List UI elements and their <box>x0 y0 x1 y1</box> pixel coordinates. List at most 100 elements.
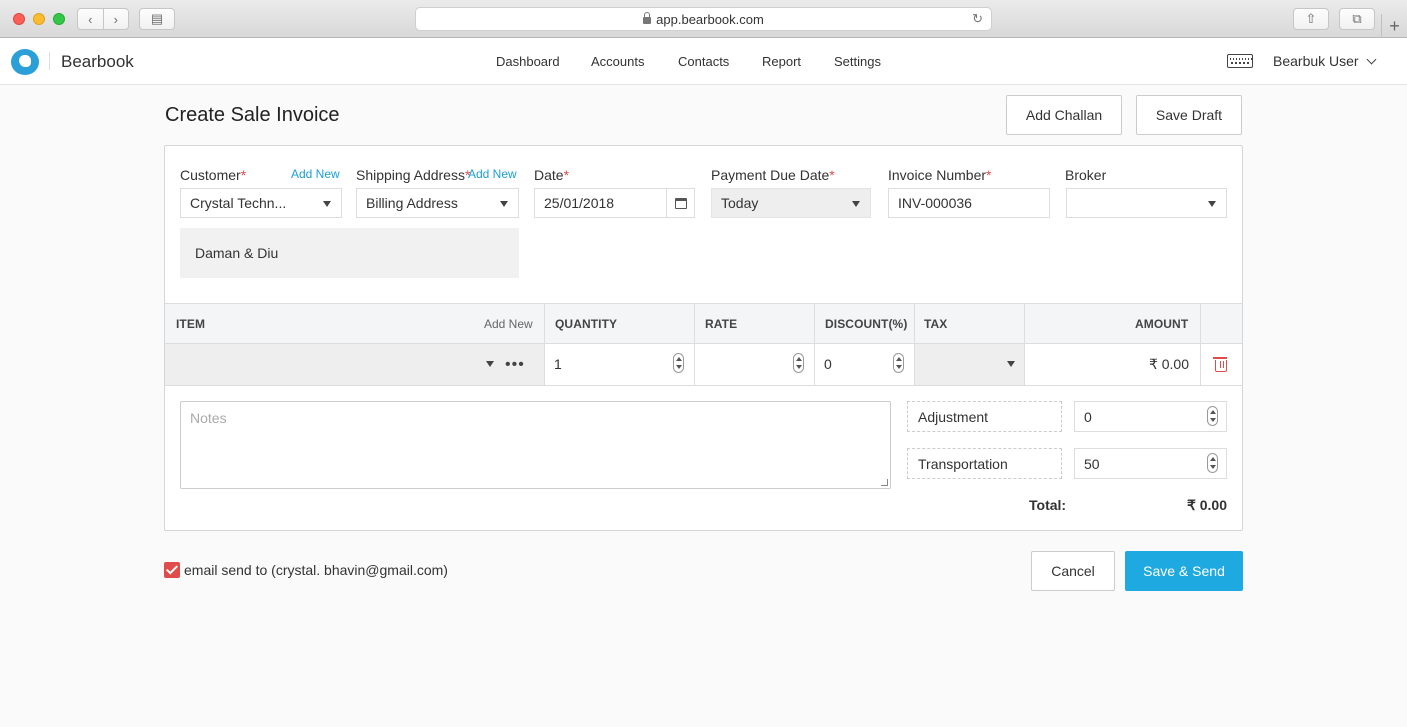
resize-handle-icon[interactable] <box>881 479 888 486</box>
transportation-label[interactable]: Transportation <box>907 448 1062 479</box>
nav-report[interactable]: Report <box>762 54 801 69</box>
tabs-overview-icon[interactable]: ⧉ <box>1339 8 1375 30</box>
address-bar[interactable]: app.bearbook.com ↻ <box>415 7 992 31</box>
shipping-address-select[interactable]: Billing Address <box>356 188 519 218</box>
email-send-checkbox[interactable] <box>164 562 180 578</box>
share-icon[interactable]: ⇧ <box>1293 8 1329 30</box>
caret-down-icon <box>500 201 508 207</box>
column-header-quantity: QUANTITY <box>555 317 618 331</box>
customer-select[interactable]: Crystal Techn... <box>180 188 342 218</box>
payment-due-date-select[interactable]: Today <box>711 188 871 218</box>
item-add-new-link[interactable]: Add New <box>484 317 533 331</box>
sidebar-toggle-icon[interactable]: ▤ <box>139 8 175 30</box>
customer-add-new-link[interactable]: Add New <box>291 167 340 181</box>
column-divider <box>1200 303 1201 386</box>
trash-icon[interactable] <box>1213 357 1227 372</box>
nav-dashboard[interactable]: Dashboard <box>496 54 560 69</box>
caret-down-icon <box>1208 201 1216 207</box>
notes-textarea[interactable]: Notes <box>180 401 891 489</box>
zoom-window-button[interactable] <box>53 13 65 25</box>
logo-divider <box>49 52 50 70</box>
adjustment-value: 0 <box>1084 408 1092 425</box>
save-and-send-button[interactable]: Save & Send <box>1125 551 1243 591</box>
add-challan-button[interactable]: Add Challan <box>1006 95 1122 135</box>
adjustment-input[interactable]: 0 <box>1074 401 1227 432</box>
column-header-amount: AMOUNT <box>1135 317 1189 331</box>
date-value: 25/01/2018 <box>544 195 615 211</box>
shipping-add-new-link[interactable]: Add New <box>468 167 517 181</box>
more-options-icon[interactable]: ••• <box>505 356 525 374</box>
app-header: Bearbook Dashboard Accounts Contacts Rep… <box>0 38 1407 85</box>
invoice-number-input[interactable]: INV-000036 <box>888 188 1050 218</box>
column-header-item: ITEM <box>176 317 206 331</box>
invoice-number-value: INV-000036 <box>898 195 972 211</box>
chevron-down-icon <box>1366 54 1377 65</box>
broker-label: Broker <box>1065 167 1107 183</box>
close-window-button[interactable] <box>13 13 25 25</box>
transportation-value: 50 <box>1084 455 1100 472</box>
url-text: app.bearbook.com <box>656 11 764 27</box>
customer-label: Customer* <box>180 167 247 183</box>
back-arrow-icon[interactable]: ‹ <box>78 9 104 29</box>
broker-select[interactable] <box>1066 188 1227 218</box>
caret-down-icon <box>1007 361 1015 367</box>
quantity-input[interactable]: 1 <box>554 356 562 372</box>
keyboard-shortcuts-icon[interactable] <box>1227 54 1253 68</box>
cancel-button[interactable]: Cancel <box>1031 551 1115 591</box>
table-row: ••• 1 0 ₹ 0.00 <box>165 344 1242 386</box>
nav-contacts[interactable]: Contacts <box>678 54 729 69</box>
total-value: ₹ 0.00 <box>1186 497 1227 513</box>
calendar-icon[interactable] <box>666 189 694 217</box>
notes-placeholder: Notes <box>190 410 227 426</box>
column-header-discount: DISCOUNT(%) <box>825 317 908 331</box>
customer-address: Daman & Diu <box>180 228 519 278</box>
user-name: Bearbuk User <box>1273 53 1359 69</box>
payment-due-date-value: Today <box>721 195 759 211</box>
tax-select[interactable] <box>915 344 1025 385</box>
discount-stepper-icon[interactable] <box>893 353 904 373</box>
quantity-stepper-icon[interactable] <box>673 353 684 373</box>
payment-due-date-label: Payment Due Date* <box>711 167 835 183</box>
column-divider <box>1024 303 1025 386</box>
page-title: Create Sale Invoice <box>165 104 340 126</box>
adjustment-stepper-icon[interactable] <box>1207 406 1218 426</box>
history-nav: ‹ › <box>77 8 129 30</box>
save-draft-button[interactable]: Save Draft <box>1136 95 1242 135</box>
nav-accounts[interactable]: Accounts <box>591 54 644 69</box>
invoice-form-card: Customer* Add New Crystal Techn... Shipp… <box>164 145 1243 531</box>
browser-toolbar: ‹ › ▤ app.bearbook.com ↻ ⇧ ⧉ + <box>0 0 1407 38</box>
user-menu[interactable]: Bearbuk User <box>1273 53 1377 69</box>
date-input[interactable]: 25/01/2018 <box>534 188 695 218</box>
column-header-tax: TAX <box>924 317 948 331</box>
forward-arrow-icon[interactable]: › <box>104 9 129 29</box>
bearbook-logo-icon[interactable] <box>11 49 39 75</box>
adjustment-label[interactable]: Adjustment <box>907 401 1062 432</box>
item-select[interactable]: ••• <box>165 344 544 385</box>
shipping-address-label: Shipping Address* <box>356 167 471 183</box>
column-divider <box>694 303 695 386</box>
brand-name[interactable]: Bearbook <box>61 52 134 72</box>
new-tab-icon[interactable]: + <box>1381 14 1407 38</box>
discount-input[interactable]: 0 <box>824 356 832 372</box>
column-header-rate: RATE <box>705 317 738 331</box>
nav-settings[interactable]: Settings <box>834 54 881 69</box>
date-label: Date* <box>534 167 570 183</box>
transportation-stepper-icon[interactable] <box>1207 453 1218 473</box>
column-divider <box>914 303 915 386</box>
rate-stepper-icon[interactable] <box>793 353 804 373</box>
reload-icon[interactable]: ↻ <box>972 11 983 27</box>
shipping-address-value: Billing Address <box>366 195 458 211</box>
caret-down-icon <box>323 201 331 207</box>
transportation-input[interactable]: 50 <box>1074 448 1227 479</box>
column-divider <box>544 303 545 386</box>
amount-value: ₹ 0.00 <box>1148 356 1189 372</box>
invoice-number-label: Invoice Number* <box>888 167 992 183</box>
customer-value: Crystal Techn... <box>190 195 287 211</box>
items-table-header: ITEM Add New QUANTITY RATE DISCOUNT(%) T… <box>165 303 1242 344</box>
lock-icon <box>643 11 652 24</box>
minimize-window-button[interactable] <box>33 13 45 25</box>
total-label: Total: <box>1029 497 1067 513</box>
caret-down-icon <box>486 361 494 367</box>
email-send-label[interactable]: email send to (crystal. bhavin@gmail.com… <box>184 562 448 578</box>
column-divider <box>814 303 815 386</box>
